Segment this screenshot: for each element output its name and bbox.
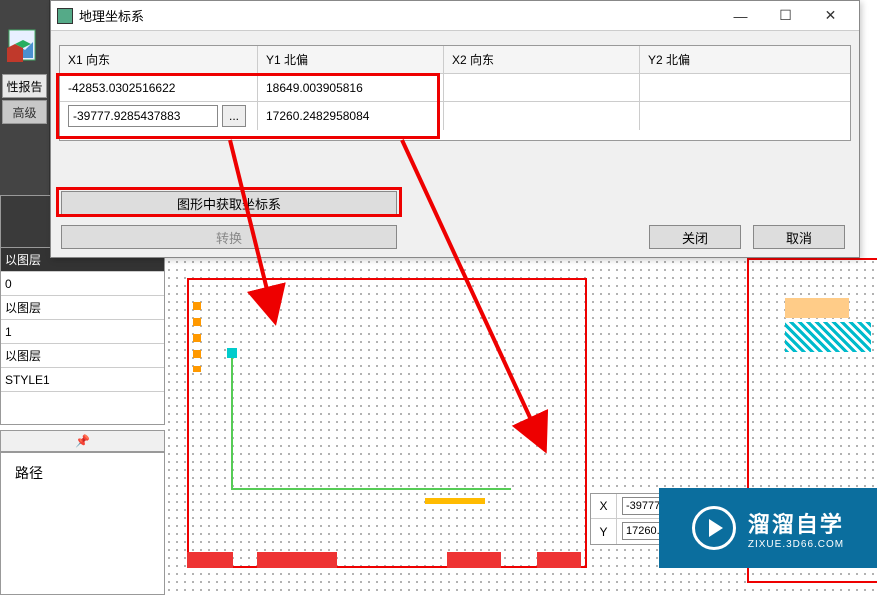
geo-coordinate-dialog: 地理坐标系 — ☐ ✕ X1 向东 Y1 北偏 X2 向东 Y2 北偏 -428…: [50, 0, 860, 258]
title-block: [187, 552, 587, 572]
drawing-frame-1: [187, 278, 587, 568]
sketch-line: [231, 488, 511, 490]
col-x2[interactable]: X2 向东: [444, 46, 640, 73]
path-panel: 路径: [0, 452, 165, 595]
grid-header-row: X1 向东 Y1 北偏 X2 向东 Y2 北偏: [60, 46, 850, 74]
prop-row[interactable]: 0: [1, 272, 164, 296]
prop-row[interactable]: 以图层: [1, 296, 164, 320]
sketch-mark: [227, 348, 237, 358]
prop-row[interactable]: STYLE1: [1, 368, 164, 392]
sketch-mark: [785, 298, 849, 318]
path-label: 路径: [1, 453, 164, 493]
report-icon: [5, 28, 39, 62]
close-window-button[interactable]: ✕: [808, 2, 853, 30]
panel-pin-bar[interactable]: 📌: [0, 430, 165, 452]
dialog-icon: [57, 8, 73, 24]
coordinate-grid: X1 向东 Y1 北偏 X2 向东 Y2 北偏 -42853.030251662…: [59, 45, 851, 141]
brand-watermark: 溜溜自学 ZIXUE.3D66.COM: [659, 488, 877, 568]
pin-icon: 📌: [75, 434, 90, 448]
maximize-button[interactable]: ☐: [763, 2, 808, 30]
cancel-button[interactable]: 取消: [753, 225, 845, 249]
play-icon: [692, 506, 736, 550]
brand-name: 溜溜自学: [748, 507, 844, 539]
prop-row[interactable]: 1: [1, 320, 164, 344]
tab-advanced[interactable]: 高级: [2, 100, 47, 124]
col-y2[interactable]: Y2 北偏: [640, 46, 850, 73]
col-y1[interactable]: Y1 北偏: [258, 46, 444, 73]
coord-y-label: Y: [591, 519, 617, 544]
sketch-hatch: [785, 322, 871, 352]
dialog-title: 地理坐标系: [79, 6, 718, 25]
brand-url: ZIXUE.3D66.COM: [748, 539, 844, 550]
col-x1[interactable]: X1 向东: [60, 46, 258, 73]
cell-x1[interactable]: -42853.0302516622: [60, 74, 258, 101]
cell-y1[interactable]: 17260.2482958084: [258, 102, 444, 130]
sketch-mark: [425, 498, 485, 504]
coord-x-label: X: [591, 494, 617, 518]
cell-x2[interactable]: [444, 102, 640, 130]
sketch-line: [231, 358, 233, 488]
sketch-mark: [193, 302, 201, 372]
cell-y1[interactable]: 18649.003905816: [258, 74, 444, 101]
cell-y2[interactable]: [640, 102, 850, 130]
cell-x1-edit[interactable]: ...: [60, 102, 258, 130]
tab-property-report[interactable]: 性报告: [2, 74, 47, 98]
convert-button[interactable]: 转换: [61, 225, 397, 249]
dialog-titlebar[interactable]: 地理坐标系 — ☐ ✕: [51, 1, 859, 31]
x1-input[interactable]: [68, 105, 218, 127]
grid-data-row[interactable]: ... 17260.2482958084: [60, 102, 850, 130]
grid-data-row[interactable]: -42853.0302516622 18649.003905816: [60, 74, 850, 102]
cell-y2[interactable]: [640, 74, 850, 101]
minimize-button[interactable]: —: [718, 2, 763, 30]
ellipsis-button[interactable]: ...: [222, 105, 246, 127]
close-button[interactable]: 关闭: [649, 225, 741, 249]
prop-row[interactable]: 以图层: [1, 344, 164, 368]
cell-x2[interactable]: [444, 74, 640, 101]
get-coords-from-drawing-button[interactable]: 图形中获取坐标系: [61, 191, 397, 215]
